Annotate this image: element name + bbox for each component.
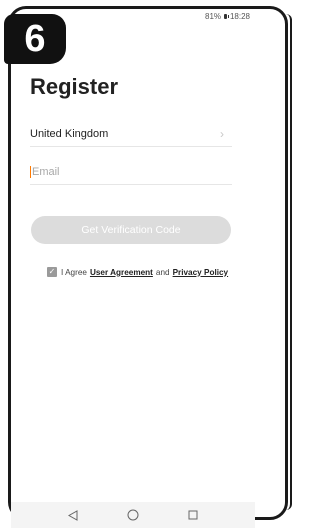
email-input[interactable]: [32, 166, 222, 178]
back-triangle-icon[interactable]: [62, 506, 84, 524]
agreement-prefix: I Agree: [61, 267, 87, 277]
user-agreement-link[interactable]: User Agreement: [90, 268, 153, 277]
status-time: 18:28: [229, 11, 250, 21]
agreement-row: ✓ I Agree User Agreement and Privacy Pol…: [47, 265, 247, 279]
page-title: Register: [30, 74, 119, 99]
status-bar: 81% 18:28: [170, 10, 250, 22]
get-verification-code-button[interactable]: Get Verification Code: [31, 216, 231, 244]
privacy-policy-link[interactable]: Privacy Policy: [173, 268, 229, 277]
step-badge: 6: [4, 14, 66, 64]
screen: 6 81% 18:28 Register United Kingdom › Ge…: [0, 0, 295, 528]
text-cursor: [30, 166, 31, 178]
agreement-conjunction: and: [155, 267, 170, 277]
recents-square-icon[interactable]: [182, 506, 204, 524]
chevron-right-icon: ›: [220, 127, 224, 141]
battery-percent: 81%: [205, 11, 222, 21]
country-value: United Kingdom: [30, 128, 109, 140]
check-icon: ✓: [48, 267, 56, 276]
navigation-bar: [11, 502, 255, 528]
email-field[interactable]: [30, 160, 232, 185]
home-circle-icon[interactable]: [122, 506, 144, 524]
country-selector[interactable]: United Kingdom ›: [30, 122, 232, 147]
battery-icon: [224, 13, 229, 19]
agreement-checkbox[interactable]: ✓: [47, 267, 57, 277]
